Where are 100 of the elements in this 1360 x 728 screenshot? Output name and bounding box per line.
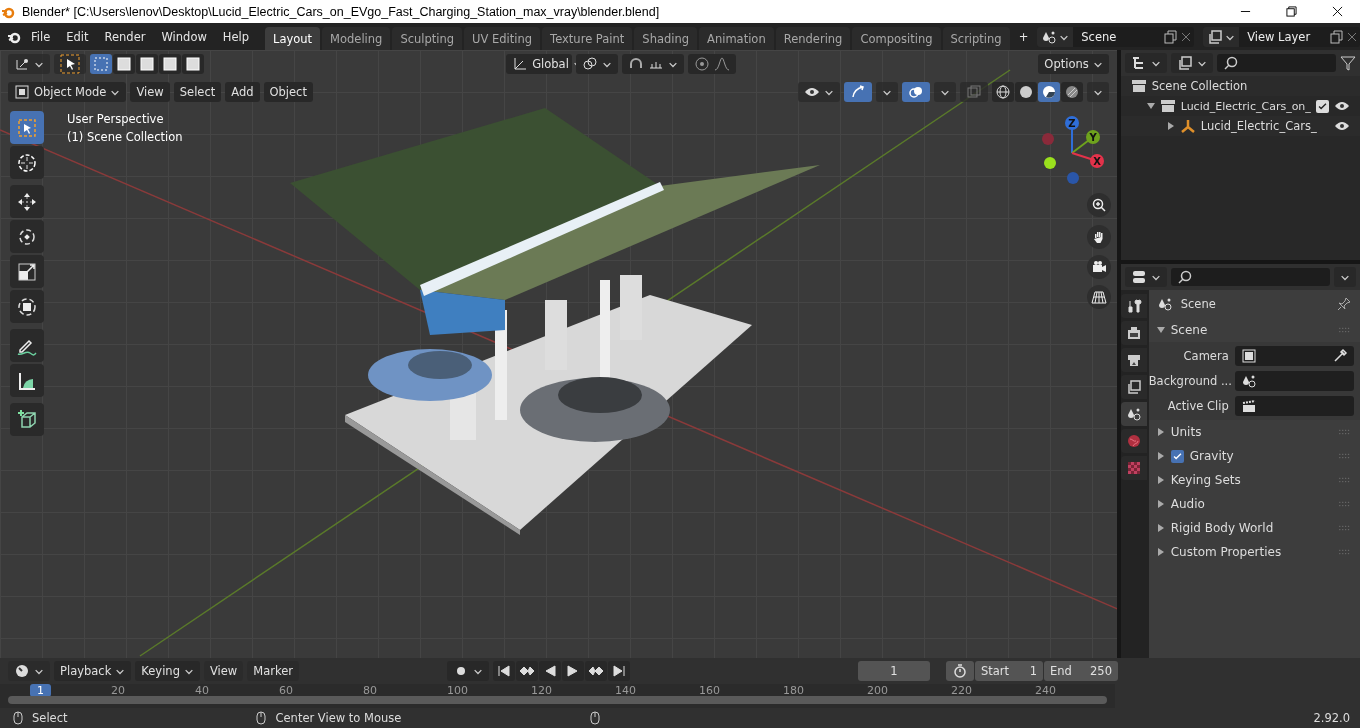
- shading-mode-button[interactable]: [1014, 82, 1037, 102]
- perspective-toggle[interactable]: [1087, 285, 1111, 309]
- search-field[interactable]: [1170, 268, 1330, 286]
- playback-button[interactable]: [562, 661, 584, 681]
- clip-field[interactable]: [1234, 396, 1354, 416]
- view-layer-selector[interactable]: View Layer: [1203, 26, 1360, 47]
- properties-tab[interactable]: [1120, 321, 1147, 345]
- tool-button[interactable]: [10, 255, 44, 288]
- workspace-tab[interactable]: Modeling: [322, 27, 391, 50]
- mode-dropdown[interactable]: Object Mode: [8, 82, 127, 102]
- disclosure-triangle-icon[interactable]: [1156, 476, 1165, 484]
- search-field[interactable]: [1216, 54, 1336, 72]
- workspace-tab[interactable]: Compositing: [852, 27, 941, 50]
- tool-button[interactable]: [10, 290, 44, 323]
- overlay-toggle[interactable]: [901, 82, 930, 102]
- scrollbar[interactable]: [8, 696, 1107, 704]
- negative-axis-handle[interactable]: [1042, 133, 1054, 145]
- panel-header[interactable]: Keying Sets: [1148, 468, 1360, 492]
- menu-item[interactable]: File: [24, 26, 58, 47]
- selection-mode-button[interactable]: [182, 54, 204, 74]
- display-mode-dropdown[interactable]: [1124, 53, 1167, 73]
- pan-button[interactable]: [1087, 225, 1111, 249]
- disclosure-triangle-icon[interactable]: [1156, 428, 1165, 436]
- selection-mode-button[interactable]: [113, 54, 135, 74]
- workspace-tab[interactable]: Rendering: [775, 27, 851, 50]
- gizmo-axis-handle[interactable]: Z: [1065, 116, 1079, 154]
- tool-button[interactable]: [10, 329, 44, 362]
- properties-tab[interactable]: [1120, 402, 1147, 426]
- menu-item[interactable]: Help: [215, 26, 257, 47]
- tweak-tool-button[interactable]: [54, 54, 86, 74]
- shading-mode-button[interactable]: [991, 82, 1014, 102]
- menu-item[interactable]: Render: [97, 26, 153, 47]
- disclosure-triangle-icon[interactable]: [1166, 122, 1175, 130]
- properties-tab[interactable]: [1120, 348, 1147, 372]
- disclosure-triangle-icon[interactable]: [1156, 452, 1165, 460]
- menu-item[interactable]: Window: [154, 26, 214, 47]
- gizmo-axis-handle[interactable]: Y: [1071, 130, 1100, 154]
- disclosure-triangle-icon[interactable]: [1156, 548, 1165, 556]
- options-dropdown[interactable]: Options: [1038, 54, 1109, 74]
- panel-header[interactable]: Audio: [1148, 492, 1360, 516]
- checkbox[interactable]: [1170, 449, 1184, 463]
- workspace-tab[interactable]: Texture Paint: [542, 27, 633, 50]
- zoom-button[interactable]: [1087, 193, 1111, 217]
- workspace-tab[interactable]: UV Editing: [464, 27, 541, 50]
- scene-selector[interactable]: Scene: [1037, 26, 1195, 47]
- negative-axis-handle[interactable]: [1067, 172, 1079, 184]
- playback-button[interactable]: [516, 661, 538, 681]
- menu-item[interactable]: Edit: [59, 26, 96, 47]
- panel-header[interactable]: Rigid Body World: [1148, 516, 1360, 540]
- preview-range-button[interactable]: [946, 661, 974, 681]
- viewport-menu[interactable]: Object: [263, 82, 313, 102]
- filter-layer-dropdown[interactable]: [1170, 53, 1213, 73]
- timeline-menu[interactable]: Marker: [247, 661, 299, 681]
- current-frame-field[interactable]: 1: [858, 661, 930, 681]
- snap-dropdown[interactable]: [622, 54, 685, 74]
- timeline-dropdown[interactable]: Playback: [54, 661, 132, 681]
- tool-button[interactable]: [10, 403, 44, 436]
- selection-mode-button[interactable]: [136, 54, 158, 74]
- negative-axis-handle[interactable]: [1044, 157, 1056, 169]
- playback-button[interactable]: [539, 661, 561, 681]
- viewport-menu[interactable]: Add: [225, 82, 260, 102]
- add-workspace-button[interactable]: +: [1011, 26, 1036, 47]
- visibility-dropdown[interactable]: [797, 82, 840, 102]
- options-dropdown[interactable]: [1334, 267, 1356, 287]
- panel-header[interactable]: Gravity: [1148, 444, 1360, 468]
- editor-type-button[interactable]: [1124, 267, 1167, 287]
- camera-field[interactable]: [1234, 346, 1354, 366]
- disclosure-triangle-icon[interactable]: [1156, 524, 1165, 532]
- outliner-item[interactable]: Lucid_Electric_Cars_: [1200, 119, 1329, 133]
- disclosure-triangle-icon[interactable]: [1146, 102, 1155, 110]
- start-frame-field[interactable]: Start 1: [975, 661, 1043, 681]
- playback-button[interactable]: [493, 661, 515, 681]
- scene-field[interactable]: [1234, 371, 1354, 391]
- selection-mode-button[interactable]: [159, 54, 181, 74]
- gizmo-toggle[interactable]: [843, 82, 872, 102]
- camera-view-button[interactable]: [1087, 255, 1111, 279]
- properties-tab[interactable]: [1120, 375, 1147, 399]
- outliner-item[interactable]: Lucid_Electric_Cars_on_: [1180, 99, 1311, 113]
- gizmo-axis-handle[interactable]: X: [1071, 152, 1104, 168]
- viewport-menu[interactable]: View: [130, 82, 170, 102]
- workspace-tab[interactable]: Sculpting: [392, 27, 463, 50]
- editor-type-button[interactable]: [8, 54, 50, 74]
- properties-tab[interactable]: [1120, 294, 1147, 318]
- viewport-menu[interactable]: Select: [173, 82, 222, 102]
- pivot-dropdown[interactable]: [576, 54, 619, 74]
- panel-header[interactable]: Scene: [1148, 318, 1360, 342]
- proportional-edit-button[interactable]: [688, 54, 737, 74]
- collection-checkbox[interactable]: [1315, 99, 1329, 113]
- tool-button[interactable]: [10, 220, 44, 253]
- shading-mode-button[interactable]: [1060, 82, 1083, 102]
- tool-button[interactable]: [10, 364, 44, 397]
- workspace-tab[interactable]: Animation: [699, 27, 774, 50]
- disclosure-triangle-icon[interactable]: [1156, 500, 1165, 508]
- timeline-menu[interactable]: View: [203, 661, 244, 681]
- shading-mode-button[interactable]: [1037, 82, 1060, 102]
- xray-toggle[interactable]: [959, 82, 988, 102]
- tool-button[interactable]: [10, 185, 44, 218]
- orientation-dropdown[interactable]: Global: [506, 54, 573, 74]
- panel-header[interactable]: Custom Properties: [1148, 540, 1360, 564]
- auto-keying-button[interactable]: [447, 661, 489, 681]
